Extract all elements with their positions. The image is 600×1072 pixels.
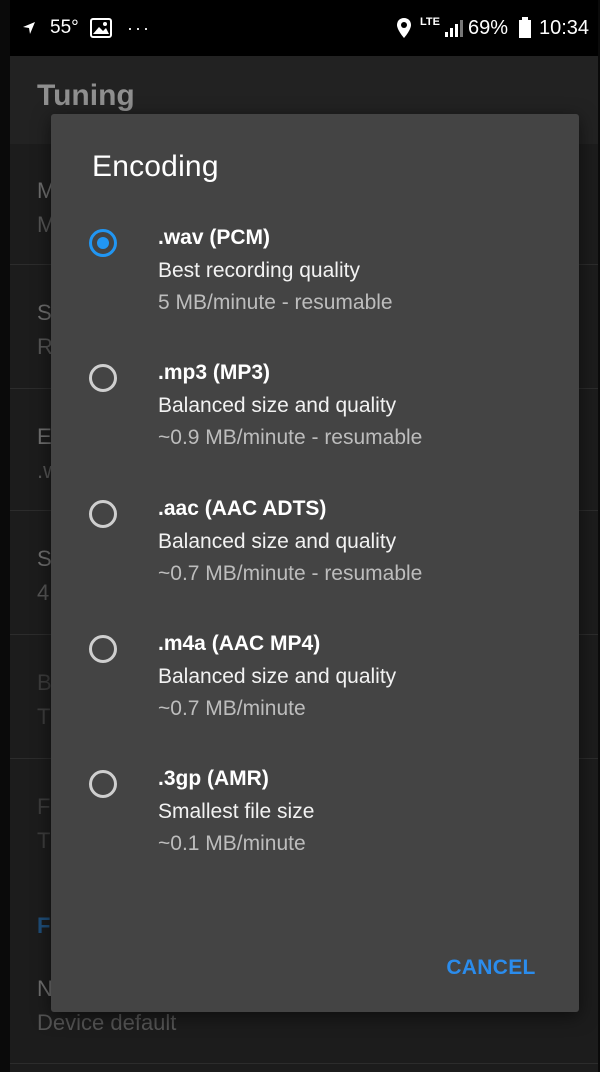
battery-icon: [518, 0, 532, 56]
phone-screen: 55° ··· LTE 69% 10:34 Tuning M M S R E .…: [10, 0, 598, 1072]
option-meta: ~0.1 MB/minute: [158, 832, 306, 855]
settings-row-subtitle: Device default: [37, 1010, 177, 1035]
radio-button-icon[interactable]: [89, 770, 117, 798]
option-meta: ~0.9 MB/minute - resumable: [158, 426, 423, 449]
option-description: Smallest file size: [158, 800, 315, 823]
option-meta: ~0.7 MB/minute - resumable: [158, 562, 423, 585]
settings-row-title: E: [37, 424, 52, 449]
page-title: Tuning: [37, 79, 135, 112]
option-description: Balanced size and quality: [158, 665, 397, 688]
battery-percent: 69%: [468, 16, 509, 39]
radio-button-icon[interactable]: [89, 500, 117, 528]
option-description: Best recording quality: [158, 259, 360, 282]
option-title: .m4a (AAC MP4): [158, 632, 321, 655]
settings-row-title: S: [37, 546, 52, 571]
settings-row-title: B: [37, 670, 52, 695]
signal-icon: [444, 0, 464, 56]
dialog-title: Encoding: [92, 150, 219, 183]
option-title: .3gp (AMR): [158, 767, 269, 790]
encoding-option-mp3[interactable]: .mp3 (MP3) Balanced size and quality ~0.…: [51, 361, 579, 494]
radio-button-icon[interactable]: [89, 635, 117, 663]
settings-row-title: S: [37, 300, 52, 325]
clock: 10:34: [539, 16, 590, 39]
encoding-option-aac[interactable]: .aac (AAC ADTS) Balanced size and qualit…: [51, 497, 579, 630]
encoding-option-m4a[interactable]: .m4a (AAC MP4) Balanced size and quality…: [51, 632, 579, 765]
option-title: .wav (PCM): [158, 226, 271, 249]
more-notifications-icon: ···: [127, 17, 151, 38]
settings-row-subtitle: 4: [37, 580, 50, 605]
cancel-button[interactable]: CANCEL: [431, 950, 551, 986]
settings-row-title: F: [37, 794, 51, 819]
location-icon: [396, 0, 412, 56]
option-description: Balanced size and quality: [158, 530, 397, 553]
radio-button-icon[interactable]: [89, 364, 117, 392]
option-meta: ~0.7 MB/minute: [158, 697, 306, 720]
option-title: .mp3 (MP3): [158, 361, 271, 384]
settings-row-subtitle: T: [37, 704, 51, 729]
image-icon: [90, 0, 112, 56]
encoding-option-wav[interactable]: .wav (PCM) Best recording quality 5 MB/m…: [51, 226, 579, 359]
option-meta: 5 MB/minute - resumable: [158, 291, 393, 314]
option-title: .aac (AAC ADTS): [158, 497, 327, 520]
encoding-dialog: Encoding .wav (PCM) Best recording quali…: [51, 114, 579, 1012]
navigation-arrow-icon: [22, 0, 36, 56]
status-bar: 55° ··· LTE 69% 10:34: [10, 0, 598, 56]
encoding-option-3gp[interactable]: .3gp (AMR) Smallest file size ~0.1 MB/mi…: [51, 767, 579, 900]
temperature-text: 55°: [50, 17, 79, 38]
option-description: Balanced size and quality: [158, 394, 397, 417]
radio-button-selected-icon[interactable]: [89, 229, 117, 257]
section-header: F: [37, 913, 51, 938]
settings-row-subtitle: T: [37, 828, 51, 853]
